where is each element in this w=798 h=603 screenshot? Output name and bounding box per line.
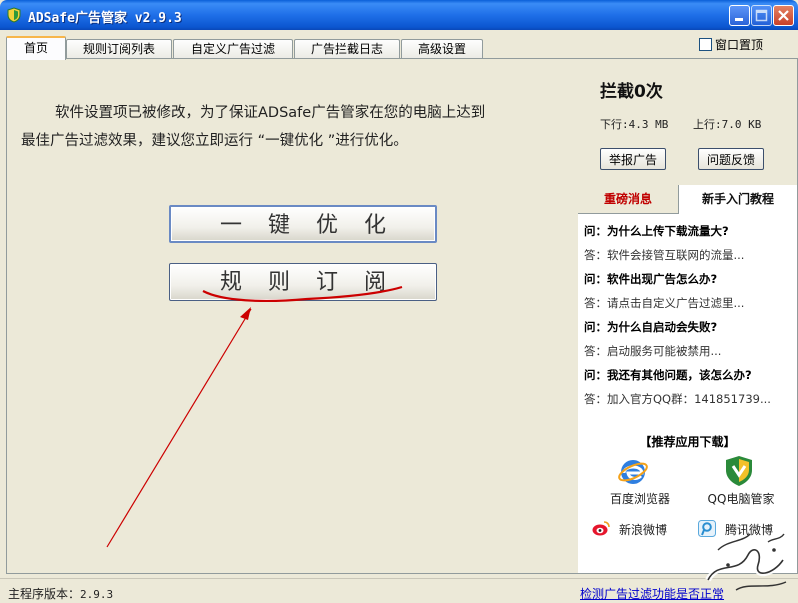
version-info: 主程序版本：2.9.3	[8, 585, 113, 602]
recommend-title: 【推荐应用下载】	[639, 435, 736, 449]
faq-answer[interactable]: 答：加入官方QQ群：141851739...	[584, 387, 794, 411]
traffic-stats: 下行:4.3 MB 上行:7.0 KB	[600, 116, 779, 132]
app-name: QQ电脑管家	[707, 492, 775, 506]
feedback-button[interactable]: 问题反馈	[698, 148, 765, 170]
window-title: ADSafe广告管家 v2.9.3	[28, 11, 182, 26]
home-panel: 软件设置项已被修改，为了保证ADSafe广告管家在您的电脑上达到 最佳广告过滤效…	[6, 58, 580, 574]
maximize-icon	[755, 9, 768, 22]
faq-question[interactable]: 问：软件出现广告怎么办?	[584, 267, 794, 291]
stats-area: 拦截0次 下行:4.3 MB 上行:7.0 KB 举报广告 问题反馈	[578, 59, 797, 185]
app-name: 新浪微博	[619, 523, 668, 537]
app-qq-pc-manager[interactable]: QQ电脑管家	[698, 455, 778, 506]
faq-question[interactable]: 问：为什么自启动会失败?	[584, 315, 794, 339]
version-number: 2.9.3	[80, 588, 114, 601]
baidu-browser-icon	[618, 460, 648, 484]
download-traffic: 下行:4.3 MB	[600, 118, 669, 131]
faq-question[interactable]: 问：为什么上传下载流量大?	[584, 219, 794, 243]
adsafe-shield-icon	[7, 7, 21, 23]
tab-custom-filter[interactable]: 自定义广告过滤	[173, 39, 293, 58]
faq-list: 问：为什么上传下载流量大? 答：软件会接管互联网的流量... 问：软件出现广告怎…	[584, 219, 794, 411]
arrow-line	[106, 308, 252, 548]
maximize-button[interactable]	[751, 5, 772, 26]
tab-beginner-guide[interactable]: 新手入门教程	[679, 185, 797, 213]
checkbox-box[interactable]	[699, 38, 712, 51]
tab-advanced-settings[interactable]: 高级设置	[401, 39, 483, 58]
tab-important-news[interactable]: 重磅消息	[578, 185, 679, 214]
underline-mark	[202, 285, 403, 302]
app-sina-weibo[interactable]: 新浪微博	[592, 519, 682, 539]
close-icon	[778, 10, 789, 21]
window-on-top-label: 窗口置顶	[715, 38, 764, 52]
app-name: 百度浏览器	[609, 492, 670, 506]
title-bar: ADSafe广告管家 v2.9.3	[0, 0, 798, 30]
version-label: 主程序版本：	[8, 587, 81, 601]
status-bar: 主程序版本：2.9.3 检测广告过滤功能是否正常	[0, 578, 798, 603]
minimize-button[interactable]	[729, 5, 750, 26]
qq-pc-manager-icon	[726, 456, 752, 486]
faq-answer[interactable]: 答：软件会接管互联网的流量...	[584, 243, 794, 267]
tab-home[interactable]: 首页	[6, 36, 66, 60]
faq-answer[interactable]: 答：启动服务可能被禁用...	[584, 339, 794, 363]
block-count: 拦截0次	[600, 82, 663, 102]
minimize-icon	[735, 18, 743, 21]
close-button[interactable]	[773, 5, 794, 26]
tab-rule-subscriptions[interactable]: 规则订阅列表	[66, 39, 172, 58]
report-ad-button[interactable]: 举报广告	[600, 148, 667, 170]
red-annotation-arrow	[106, 285, 403, 548]
tab-block-log[interactable]: 广告拦截日志	[294, 39, 400, 58]
app-baidu-browser[interactable]: 百度浏览器	[600, 457, 680, 506]
upload-traffic: 上行:7.0 KB	[692, 118, 762, 131]
tab-strip: 首页 规则订阅列表 自定义广告过滤 广告拦截日志 高级设置	[4, 30, 794, 60]
window-on-top-checkbox[interactable]: 窗口置顶	[699, 36, 763, 53]
faq-answer[interactable]: 答：请点击自定义广告过滤里...	[584, 291, 794, 315]
side-panel: 拦截0次 下行:4.3 MB 上行:7.0 KB 举报广告 问题反馈 重磅消息 …	[578, 58, 798, 574]
calligraphy-watermark	[705, 533, 787, 591]
faq-question[interactable]: 问：我还有其他问题，该怎么办?	[584, 363, 794, 387]
arrow-head	[240, 307, 251, 320]
sina-weibo-icon	[592, 521, 610, 536]
